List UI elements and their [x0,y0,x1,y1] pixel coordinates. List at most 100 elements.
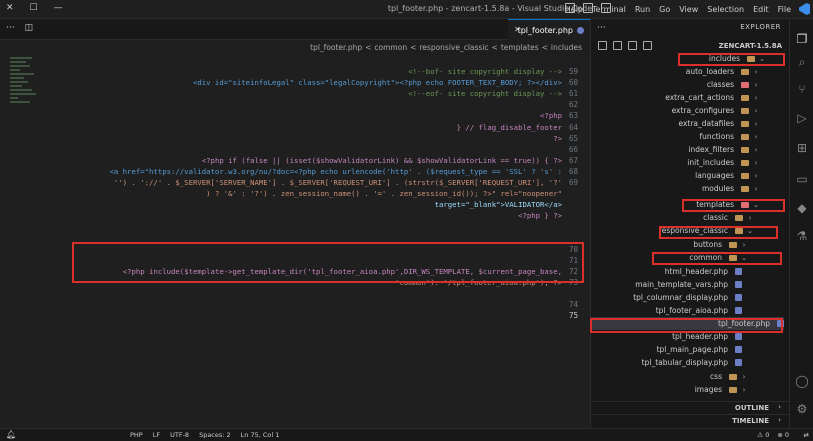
toggle-panel-icon[interactable] [565,3,575,13]
code-line[interactable]: 'common'). '/tpl_footer_aioa.php'); ?> [395,278,562,287]
tree-item[interactable]: tpl_main_page.php [591,343,742,356]
code-line[interactable]: <!--eof- site copyright display --> [408,89,562,98]
code-line[interactable]: ?> [553,134,562,143]
vscode-window: File Edit Selection View Go Run Terminal… [0,0,813,441]
tree-item[interactable]: › extra_configures [591,104,760,117]
chevron-right-icon: › [754,132,758,141]
activity-bar: ❐ ⌕ ⑂ ▷ ⊞ ▭ ◆ ⚗ ◯ ⚙ [789,19,813,428]
tree-item[interactable]: › functions [591,130,760,143]
more-actions-icon[interactable]: ··· [597,23,606,33]
tree-item[interactable]: ⌄ responsive_classic [591,224,754,237]
tree-item-label: init_includes [687,158,734,167]
code-line[interactable]: target="_blank">VALIDATOR</a> [435,200,562,209]
line-number: 69 [568,178,578,187]
python-icon[interactable]: ◆ [794,200,810,216]
split-editor-icon[interactable]: ◫ [25,23,34,33]
code-line[interactable]: <?php [540,111,562,120]
account-icon[interactable]: ◯ [794,373,810,389]
code-editor[interactable]: <!--bof- site copyright display --> <div … [0,55,590,428]
tree-item[interactable]: › images [591,383,748,396]
code-line[interactable]: <a href="https://validator.w3.org/nu/?do… [110,167,563,176]
refresh-icon[interactable] [613,41,622,50]
search-icon[interactable]: ⌕ [794,54,810,70]
menu-file[interactable]: File [778,5,791,14]
breadcrumb-item[interactable]: templates [501,43,539,52]
collapse-all-icon[interactable] [598,41,607,50]
tree-item[interactable]: › classic [591,211,754,224]
extensions-icon[interactable]: ⊞ [794,140,810,156]
tree-item[interactable]: html_header.php [591,265,742,278]
tree-item[interactable]: › init_includes [591,156,760,169]
notifications-bell-icon[interactable]: 🔔︎ [6,430,16,439]
menu-edit[interactable]: Edit [753,5,769,14]
explorer-header: EXPLORER [740,23,781,31]
tree-item[interactable]: › languages [591,169,760,182]
tree-item[interactable]: tpl_columnar_display.php [591,291,742,304]
tree-item[interactable]: tpl_footer.php [591,317,784,330]
folder-icon [735,214,743,221]
more-actions-icon[interactable]: ··· [6,23,15,33]
tree-item[interactable]: ⌄ templates [591,198,760,211]
problems-indicator[interactable]: ⚠ 0 ⊗ 0 [757,431,789,439]
toggle-sidebar-icon[interactable] [583,3,593,13]
testing-icon[interactable]: ⚗ [794,228,810,244]
status-language[interactable]: PHP [130,431,143,439]
editor-tab-bar: tpl_footer.php ✕ ··· ◫ [0,19,590,40]
tree-item[interactable]: tpl_header.php [591,330,742,343]
code-line[interactable]: <div id="siteinfoLegal" class="legalCopy… [193,78,562,87]
tree-item[interactable]: › auto_loaders [591,65,760,78]
tree-item[interactable]: › index_filters [591,143,760,156]
remote-explorer-icon[interactable]: ▭ [794,171,810,187]
close-window-icon[interactable]: ✕ [6,3,14,13]
code-line[interactable]: <?php if (false || (isset($showValidator… [202,156,562,165]
status-encoding[interactable]: UTF-8 [170,431,189,439]
tree-item-label: responsive_classic [658,226,728,235]
folder-icon [741,201,749,208]
close-tab-icon[interactable]: ✕ [514,25,521,34]
code-line[interactable]: <?php include($template->get_template_di… [123,267,562,276]
status-position[interactable]: Ln 75, Col 1 [241,431,280,439]
customize-layout-icon[interactable] [601,3,611,13]
status-spaces[interactable]: Spaces: 2 [199,431,231,439]
maximize-window-icon[interactable]: ☐ [30,3,38,13]
tree-item[interactable]: › css [591,370,748,383]
tree-item[interactable]: ⌄ includes [591,52,766,65]
code-line[interactable]: <?php } ?> [518,211,562,220]
folder-icon [741,94,749,101]
source-control-icon[interactable]: ⑂ [794,81,810,97]
line-number: 68 [568,166,578,176]
tree-item[interactable]: › modules [591,182,760,195]
tree-item[interactable]: main_template_vars.php [591,278,742,291]
remote-indicator-icon[interactable]: ⇄ [804,431,809,439]
folder-icon [741,159,749,166]
status-eol[interactable]: LF [153,431,160,439]
code-line[interactable]: <!--bof- site copyright display --> [408,67,562,76]
breadcrumb-item[interactable]: responsive_classic [419,43,488,52]
new-folder-icon[interactable] [628,41,637,50]
tab-tpl-footer[interactable]: tpl_footer.php ✕ [508,19,590,40]
code-line[interactable]: '') . '://' . $_SERVER['SERVER_NAME'] . … [114,178,562,187]
window-controls: ✕ ☐ — [6,3,63,13]
timeline-section[interactable]: TIMELINE › [590,414,789,427]
tree-item[interactable]: tpl_tabular_display.php [591,356,742,369]
breadcrumb-item[interactable]: includes [551,43,582,52]
explorer-files-icon[interactable]: ❐ [794,31,810,47]
minimap[interactable] [10,55,38,125]
outline-section[interactable]: OUTLINE › [590,401,789,414]
run-debug-icon[interactable]: ▷ [794,110,810,126]
folder-icon [741,120,749,127]
tree-item[interactable]: › extra_cart_actions [591,91,760,104]
breadcrumb-item[interactable]: tpl_footer.php [310,43,362,52]
tree-item[interactable]: ⌄ common [591,251,748,264]
breadcrumb-item[interactable]: common [374,43,407,52]
code-line[interactable]: } // flag_disable_footer [457,123,562,132]
tree-item[interactable]: › classes [591,78,760,91]
tree-item[interactable]: › buttons [591,238,748,251]
tree-item[interactable]: › extra_datafiles [591,117,760,130]
tree-item[interactable]: tpl_footer_aioa.php [591,304,742,317]
code-line[interactable]: ) ? '&' : '?') . zen_session_name() . '=… [206,189,562,198]
new-file-icon[interactable] [643,41,652,50]
minimize-window-icon[interactable]: — [54,3,63,13]
settings-gear-icon[interactable]: ⚙ [794,401,810,417]
outline-label: OUTLINE [734,404,769,412]
